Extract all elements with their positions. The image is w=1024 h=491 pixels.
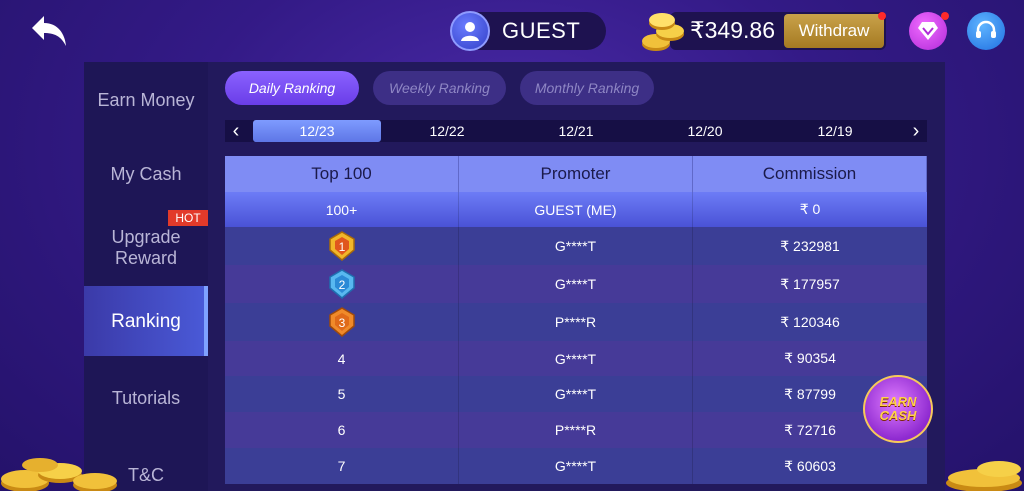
rank-cell: 6 [225,412,459,448]
promoter-cell: G****T [459,448,693,484]
sidebar-item-label: My Cash [110,163,182,184]
column-header: Top 100 [225,156,459,192]
notification-dot [878,12,886,20]
date-label: 12/23 [299,123,335,139]
user-avatar-icon [450,11,490,51]
tab-daily-ranking[interactable]: Daily Ranking [225,71,359,105]
promoter-cell: GUEST (ME) [459,192,693,227]
sidebar-item-my-cash[interactable]: My Cash [84,139,208,209]
date-item[interactable]: 12/21 [512,120,640,142]
promoter-cell: P****R [459,303,693,341]
promoter-cell: G****T [459,376,693,412]
promoter-cell: P****R [459,412,693,448]
coin-pile-icon [946,461,1022,491]
table-header: Top 100 Promoter Commission [225,156,927,192]
table-row: 1 G****T ₹ 232981 [225,227,927,265]
date-item[interactable]: 12/23 [253,120,381,142]
commission-cell: ₹ 120346 [780,313,840,330]
chevron-left-icon[interactable]: ‹ [225,120,247,142]
rank-cell: 7 [225,448,459,484]
date-label: 12/20 [687,123,723,139]
table-row: 2 G****T ₹ 177957 [225,265,927,303]
earn-cash-line2: CASH [879,408,917,423]
commission-cell: ₹ 232981 [780,237,840,254]
back-button[interactable] [28,12,72,52]
promoter-cell: G****T [459,265,693,303]
date-item[interactable]: 12/22 [383,120,511,142]
sidebar-item-label: T&C [128,464,164,485]
vip-notification-dot [941,12,949,20]
commission-cell: ₹ 90354 [784,350,836,366]
tab-monthly-ranking[interactable]: Monthly Ranking [520,71,654,105]
column-header: Promoter [459,156,693,192]
my-rank-row: 100+ GUEST (ME) ₹ 0 [225,192,927,227]
guest-name: GUEST [502,18,581,43]
table-row: 4 G****T ₹ 90354 [225,341,927,376]
svg-text:2: 2 [338,278,345,292]
earn-cash-line1: EARN [879,394,917,409]
sidebar-item-label: Upgrade Reward [111,227,181,268]
withdraw-label: Withdraw [798,21,870,40]
rank-cell: 4 [225,341,459,376]
tab-label: Weekly Ranking [389,80,490,96]
date-item[interactable]: 12/20 [641,120,769,142]
promoter-cell: G****T [459,341,693,376]
rank-cell: 5 [225,376,459,412]
commission-cell: ₹ 60603 [784,457,836,474]
promoter-cell: G****T [459,227,693,265]
table-row: 6 P****R ₹ 72716 [225,412,927,448]
back-arrow-icon [32,16,66,46]
silver-medal-icon: 2 [328,269,355,299]
ranking-table: Top 100 Promoter Commission 100+ GUEST (… [225,156,927,491]
date-label: 12/22 [429,123,465,139]
date-label: 12/19 [817,123,853,139]
tab-weekly-ranking[interactable]: Weekly Ranking [373,71,506,105]
rank-cell: 3 [225,303,459,341]
rank-cell: 2 [225,265,459,303]
tab-label: Daily Ranking [248,80,336,96]
sidebar-item-label: Tutorials [111,387,181,408]
rank-cell: 100+ [225,192,459,227]
earn-cash-button[interactable]: EARN CASH [863,375,933,443]
table-row: 7 G****T ₹ 60603 [225,448,927,484]
svg-text:1: 1 [338,240,345,254]
sidebar-item-ranking[interactable]: Ranking [84,286,208,356]
ranking-panel: Daily Ranking Weekly Ranking Monthly Ran… [208,62,945,491]
diamond-heart-icon [918,22,938,40]
sidebar-item-label: Earn Money [97,89,195,110]
date-selector: ‹ 12/23 12/22 12/21 12/20 12/19 › [225,120,927,142]
coin-pile-icon [1,458,117,491]
commission-cell: ₹ 177957 [780,275,840,292]
date-label: 12/21 [558,123,594,139]
svg-text:3: 3 [338,316,345,330]
table-row: 5 G****T ₹ 87799 [225,376,927,412]
rank-cell: 1 [225,227,459,265]
hot-badge: HOT [168,210,208,226]
chevron-right-icon[interactable]: › [905,120,927,142]
withdraw-button[interactable]: Withdraw [784,12,886,48]
headset-icon [976,20,996,38]
date-item[interactable]: 12/19 [771,120,899,142]
support-button[interactable] [967,12,1005,50]
balance-area: ₹349.86 Withdraw [640,12,886,51]
coins-icon [642,13,684,51]
guest-profile[interactable]: GUEST [450,11,606,51]
table-row: 3 P****R ₹ 120346 [225,303,927,341]
gold-medal-icon: 1 [328,231,355,261]
tab-label: Monthly Ranking [534,80,640,96]
balance-amount: ₹349.86 [690,17,775,43]
bronze-medal-icon: 3 [328,307,355,337]
column-header: Commission [693,156,927,192]
sidebar-item-label: Ranking [111,310,181,332]
commission-cell: ₹ 0 [799,201,821,217]
sidebar-item-earn-money[interactable]: Earn Money [84,65,208,135]
